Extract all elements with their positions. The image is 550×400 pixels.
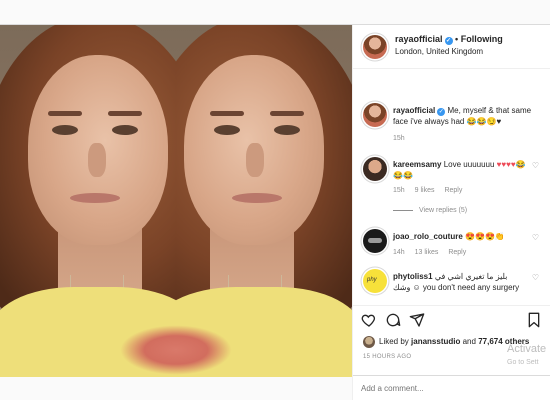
comment-body: Love uuuuuuu xyxy=(443,160,495,169)
liker-avatar[interactable] xyxy=(363,336,375,348)
commenter-username[interactable]: kareemsamy xyxy=(393,160,441,169)
photo-right-half xyxy=(176,25,352,377)
caption-text: rayaofficial ✓ Me, myself & that same fac… xyxy=(393,105,533,127)
add-comment-bar xyxy=(352,376,550,400)
like-heart-icon[interactable] xyxy=(361,312,377,328)
photo-left-half xyxy=(0,25,176,377)
activate-watermark-sub: Go to Sett xyxy=(507,359,539,366)
comment-text: kareemsamy Love uuuuuuu ♥♥♥♥😂😂😂 xyxy=(393,159,533,181)
likes-summary: Liked by janansstudio and 77,674 others xyxy=(363,336,529,348)
commenter-username[interactable]: phytoliss1 xyxy=(393,272,433,281)
action-icons xyxy=(361,312,541,330)
instagram-post: rayaofficial ✓ • Following London, United… xyxy=(0,24,550,377)
like-comment-heart-icon[interactable]: ♡ xyxy=(532,233,539,242)
liked-by-prefix: Liked by xyxy=(379,337,409,347)
verified-badge-icon: ✓ xyxy=(444,37,453,45)
comment-text: joao_rolo_couture 😍😍😍👏 xyxy=(393,231,533,242)
caption-username[interactable]: rayaofficial xyxy=(393,106,435,115)
author-username[interactable]: rayaofficial xyxy=(395,34,443,44)
caption-time: 15h xyxy=(393,135,405,142)
commenter-avatar[interactable] xyxy=(363,157,387,181)
following-button[interactable]: Following xyxy=(461,34,503,44)
commenter-avatar[interactable] xyxy=(363,229,387,253)
comment-text: phytoliss1 بليز ما تغيري اشي في وشك ☺ yo… xyxy=(393,271,523,293)
like-comment-heart-icon[interactable]: ♡ xyxy=(532,273,539,282)
reply-button[interactable]: Reply xyxy=(448,249,466,256)
comment-time: 15h xyxy=(393,187,405,194)
like-comment-heart-icon[interactable]: ♡ xyxy=(532,161,539,170)
post-actions: Liked by janansstudio and 77,674 others … xyxy=(353,305,550,377)
view-replies-label[interactable]: View replies (5) xyxy=(419,207,467,214)
comment-emojis: 😍😍😍👏 xyxy=(465,232,505,241)
post-location[interactable]: London, United Kingdom xyxy=(395,47,483,56)
verified-badge-icon: ✓ xyxy=(437,108,446,116)
reply-button[interactable]: Reply xyxy=(444,187,462,194)
commenter-username[interactable]: joao_rolo_couture xyxy=(393,232,463,241)
commenter-avatar[interactable] xyxy=(363,269,387,293)
post-header: rayaofficial ✓ • Following London, United… xyxy=(353,25,550,69)
comment-meta: 14h 13 likes Reply xyxy=(393,249,474,256)
author-avatar[interactable] xyxy=(363,35,387,59)
author-line: rayaofficial ✓ • Following xyxy=(395,34,503,45)
liked-by-and: and xyxy=(462,337,476,347)
comment-time: 14h xyxy=(393,249,405,256)
activate-watermark: Activate xyxy=(507,343,547,355)
caption-avatar[interactable] xyxy=(363,103,387,127)
caption-emojis: 😂😂😏♥ xyxy=(466,117,502,126)
replies-divider xyxy=(393,209,413,211)
post-photo[interactable] xyxy=(0,25,352,377)
post-side-panel: rayaofficial ✓ • Following London, United… xyxy=(352,25,550,377)
comment-meta: 15h 9 likes Reply xyxy=(393,187,470,194)
post-time-ago: 15 HOURS AGO xyxy=(363,354,412,360)
comments-list[interactable]: rayaofficial ✓ Me, myself & that same fac… xyxy=(353,69,550,305)
liked-by-user[interactable]: janansstudio xyxy=(411,337,460,346)
comment-likes[interactable]: 13 likes xyxy=(415,249,439,256)
comment-icon[interactable] xyxy=(385,312,401,328)
view-replies[interactable]: View replies (5) xyxy=(393,207,467,214)
caption-meta: 15h xyxy=(393,135,413,142)
save-bookmark-icon[interactable] xyxy=(527,312,541,328)
add-comment-input[interactable] xyxy=(361,380,491,396)
comment-likes[interactable]: 9 likes xyxy=(415,187,435,194)
share-icon[interactable] xyxy=(409,312,425,328)
